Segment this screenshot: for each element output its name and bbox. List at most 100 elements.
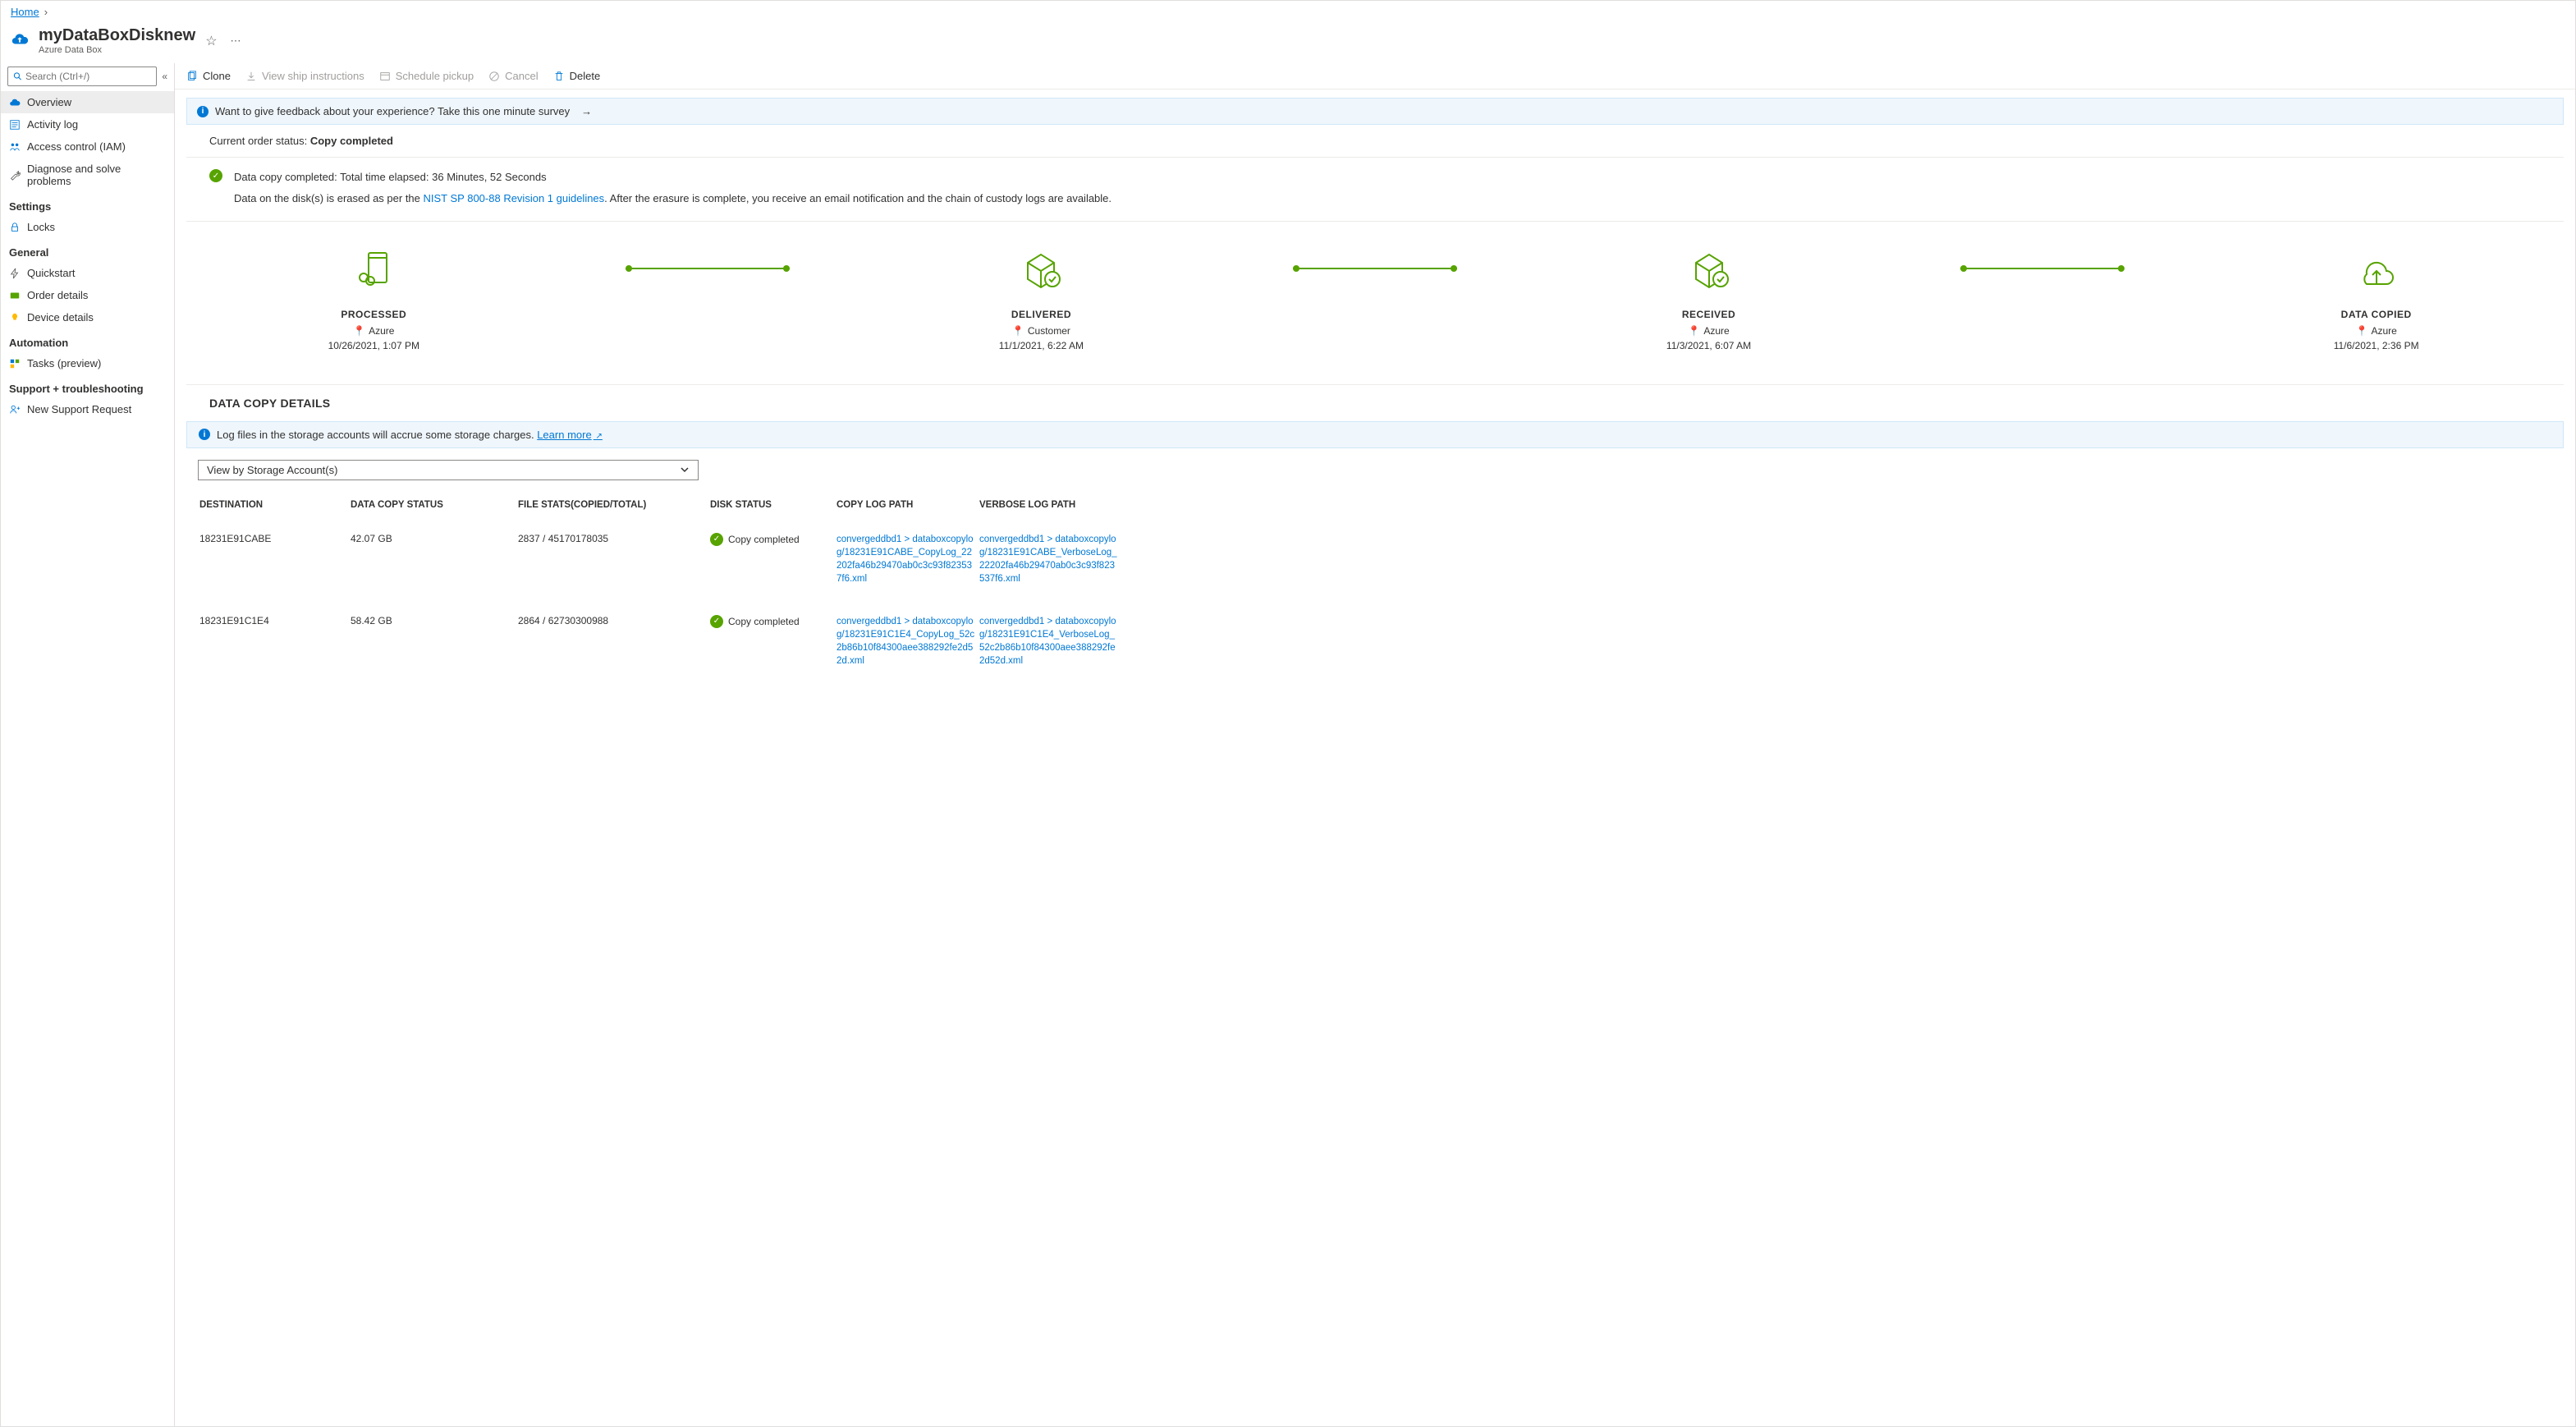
erase-message: Data on the disk(s) is erased as per the… bbox=[186, 189, 2564, 222]
calendar-icon bbox=[379, 71, 391, 82]
col-verbose-log: VERBOSE LOG PATH bbox=[979, 500, 1119, 510]
table-header: DESTINATION DATA COPY STATUS FILE STATS(… bbox=[186, 492, 2564, 518]
verbose-log-link[interactable]: convergeddbd1 > databoxcopylog/18231E91C… bbox=[979, 615, 1119, 668]
copy-log-link[interactable]: convergeddbd1 > databoxcopylog/18231E91C… bbox=[837, 533, 976, 585]
nav-access-control[interactable]: Access control (IAM) bbox=[1, 135, 174, 158]
nist-link[interactable]: NIST SP 800-88 Revision 1 guidelines bbox=[424, 192, 605, 204]
search-icon bbox=[13, 71, 22, 81]
wrench-icon bbox=[9, 169, 21, 181]
more-icon[interactable]: ⋯ bbox=[227, 34, 245, 48]
copy-details-table: DESTINATION DATA COPY STATUS FILE STATS(… bbox=[186, 492, 2564, 683]
col-destination: DESTINATION bbox=[199, 500, 347, 510]
stage-time: 11/1/2021, 6:22 AM bbox=[999, 340, 1084, 351]
toolbar: Clone View ship instructions Schedule pi… bbox=[175, 63, 2575, 89]
status-text: Copy completed bbox=[728, 534, 800, 545]
stage-title: PROCESSED bbox=[341, 309, 406, 320]
collapse-sidebar-icon[interactable]: « bbox=[162, 71, 167, 82]
people-icon bbox=[9, 141, 21, 153]
chevron-right-icon: › bbox=[44, 6, 48, 18]
feedback-text: Want to give feedback about your experie… bbox=[215, 105, 570, 117]
connector bbox=[626, 268, 790, 269]
stage-processed: PROCESSED 📍Azure 10/26/2021, 1:07 PM bbox=[316, 246, 431, 351]
feedback-banner: i Want to give feedback about your exper… bbox=[186, 98, 2564, 125]
log-charges-banner: i Log files in the storage accounts will… bbox=[186, 421, 2564, 448]
check-icon: ✓ bbox=[710, 615, 723, 628]
nav-order-details[interactable]: Order details bbox=[1, 284, 174, 306]
toolbar-label: Schedule pickup bbox=[396, 70, 474, 82]
bulb-icon bbox=[9, 312, 21, 323]
external-link-icon: ↗ bbox=[594, 432, 603, 441]
verbose-log-link[interactable]: convergeddbd1 > databoxcopylog/18231E91C… bbox=[979, 533, 1119, 585]
nav-new-support[interactable]: New Support Request bbox=[1, 398, 174, 420]
stage-title: RECEIVED bbox=[1682, 309, 1735, 320]
nav-diagnose[interactable]: Diagnose and solve problems bbox=[1, 158, 174, 192]
stage-location: Azure bbox=[369, 325, 394, 337]
cloud-upload-icon bbox=[11, 30, 29, 51]
cell-stats: 2837 / 45170178035 bbox=[518, 533, 707, 544]
card-icon bbox=[9, 290, 21, 301]
ship-instructions-button: View ship instructions bbox=[245, 70, 364, 82]
cell-status: ✓Copy completed bbox=[710, 615, 833, 628]
pin-icon: 📍 bbox=[353, 325, 365, 337]
nav-activity-log[interactable]: Activity log bbox=[1, 113, 174, 135]
favorite-star-icon[interactable]: ☆ bbox=[205, 33, 217, 49]
table-row: 18231E91CABE 42.07 GB 2837 / 45170178035… bbox=[186, 518, 2564, 600]
toolbar-label: View ship instructions bbox=[262, 70, 364, 82]
order-status: Current order status: Copy completed bbox=[186, 125, 2564, 158]
col-file-stats: FILE STATS(COPIED/TOTAL) bbox=[518, 500, 707, 510]
cancel-button: Cancel bbox=[488, 70, 538, 82]
cell-size: 58.42 GB bbox=[351, 615, 515, 626]
connector bbox=[1293, 268, 1457, 269]
support-icon bbox=[9, 404, 21, 415]
pin-icon: 📍 bbox=[1012, 325, 1024, 337]
toolbar-label: Cancel bbox=[505, 70, 538, 82]
nav-label: Access control (IAM) bbox=[27, 140, 126, 153]
copy-log-link[interactable]: convergeddbd1 > databoxcopylog/18231E91C… bbox=[837, 615, 976, 668]
col-disk-status: DISK STATUS bbox=[710, 500, 833, 510]
chevron-down-icon bbox=[680, 465, 690, 475]
cell-destination: 18231E91C1E4 bbox=[199, 615, 347, 626]
trash-icon bbox=[553, 71, 565, 82]
cloud-icon bbox=[9, 97, 21, 108]
select-value: View by Storage Account(s) bbox=[207, 464, 337, 476]
search-input-wrapper[interactable] bbox=[7, 67, 157, 86]
nav-label: Quickstart bbox=[27, 267, 76, 279]
connector bbox=[1960, 268, 2125, 269]
nav-overview[interactable]: Overview bbox=[1, 91, 174, 113]
table-row: 18231E91C1E4 58.42 GB 2864 / 62730300988… bbox=[186, 600, 2564, 682]
nav-label: Diagnose and solve problems bbox=[27, 163, 166, 187]
cancel-icon bbox=[488, 71, 500, 82]
download-icon bbox=[245, 71, 257, 82]
stage-title: DELIVERED bbox=[1011, 309, 1071, 320]
feedback-arrow-icon[interactable]: → bbox=[581, 105, 592, 117]
page-subtitle: Azure Data Box bbox=[39, 45, 195, 55]
tasks-icon bbox=[9, 358, 21, 369]
cell-status: ✓Copy completed bbox=[710, 533, 833, 546]
nav-tasks[interactable]: Tasks (preview) bbox=[1, 352, 174, 374]
nav-group-support: Support + troubleshooting bbox=[1, 374, 174, 398]
nav-label: Tasks (preview) bbox=[27, 357, 101, 369]
stage-location: Azure bbox=[1703, 325, 1729, 337]
info-icon: i bbox=[197, 106, 209, 117]
toolbar-label: Clone bbox=[203, 70, 231, 82]
delete-button[interactable]: Delete bbox=[553, 70, 601, 82]
nav-quickstart[interactable]: Quickstart bbox=[1, 262, 174, 284]
col-copy-status: DATA COPY STATUS bbox=[351, 500, 515, 510]
toolbar-label: Delete bbox=[570, 70, 601, 82]
nav-locks[interactable]: Locks bbox=[1, 216, 174, 238]
nav-label: Overview bbox=[27, 96, 71, 108]
copy-complete-message: ✓ Data copy completed: Total time elapse… bbox=[186, 158, 2564, 189]
clone-button[interactable]: Clone bbox=[186, 70, 231, 82]
search-input[interactable] bbox=[25, 71, 151, 82]
box-check-icon bbox=[1015, 246, 1067, 291]
server-icon bbox=[347, 246, 400, 291]
schedule-pickup-button: Schedule pickup bbox=[379, 70, 474, 82]
nav-group-general: General bbox=[1, 238, 174, 262]
learn-more-link[interactable]: Learn more ↗ bbox=[537, 429, 603, 441]
page-title: myDataBoxDisknew bbox=[39, 26, 195, 45]
nav-device-details[interactable]: Device details bbox=[1, 306, 174, 328]
breadcrumb-home[interactable]: Home bbox=[11, 6, 39, 18]
cell-stats: 2864 / 62730300988 bbox=[518, 615, 707, 626]
bolt-icon bbox=[9, 268, 21, 279]
view-by-select[interactable]: View by Storage Account(s) bbox=[198, 460, 699, 480]
